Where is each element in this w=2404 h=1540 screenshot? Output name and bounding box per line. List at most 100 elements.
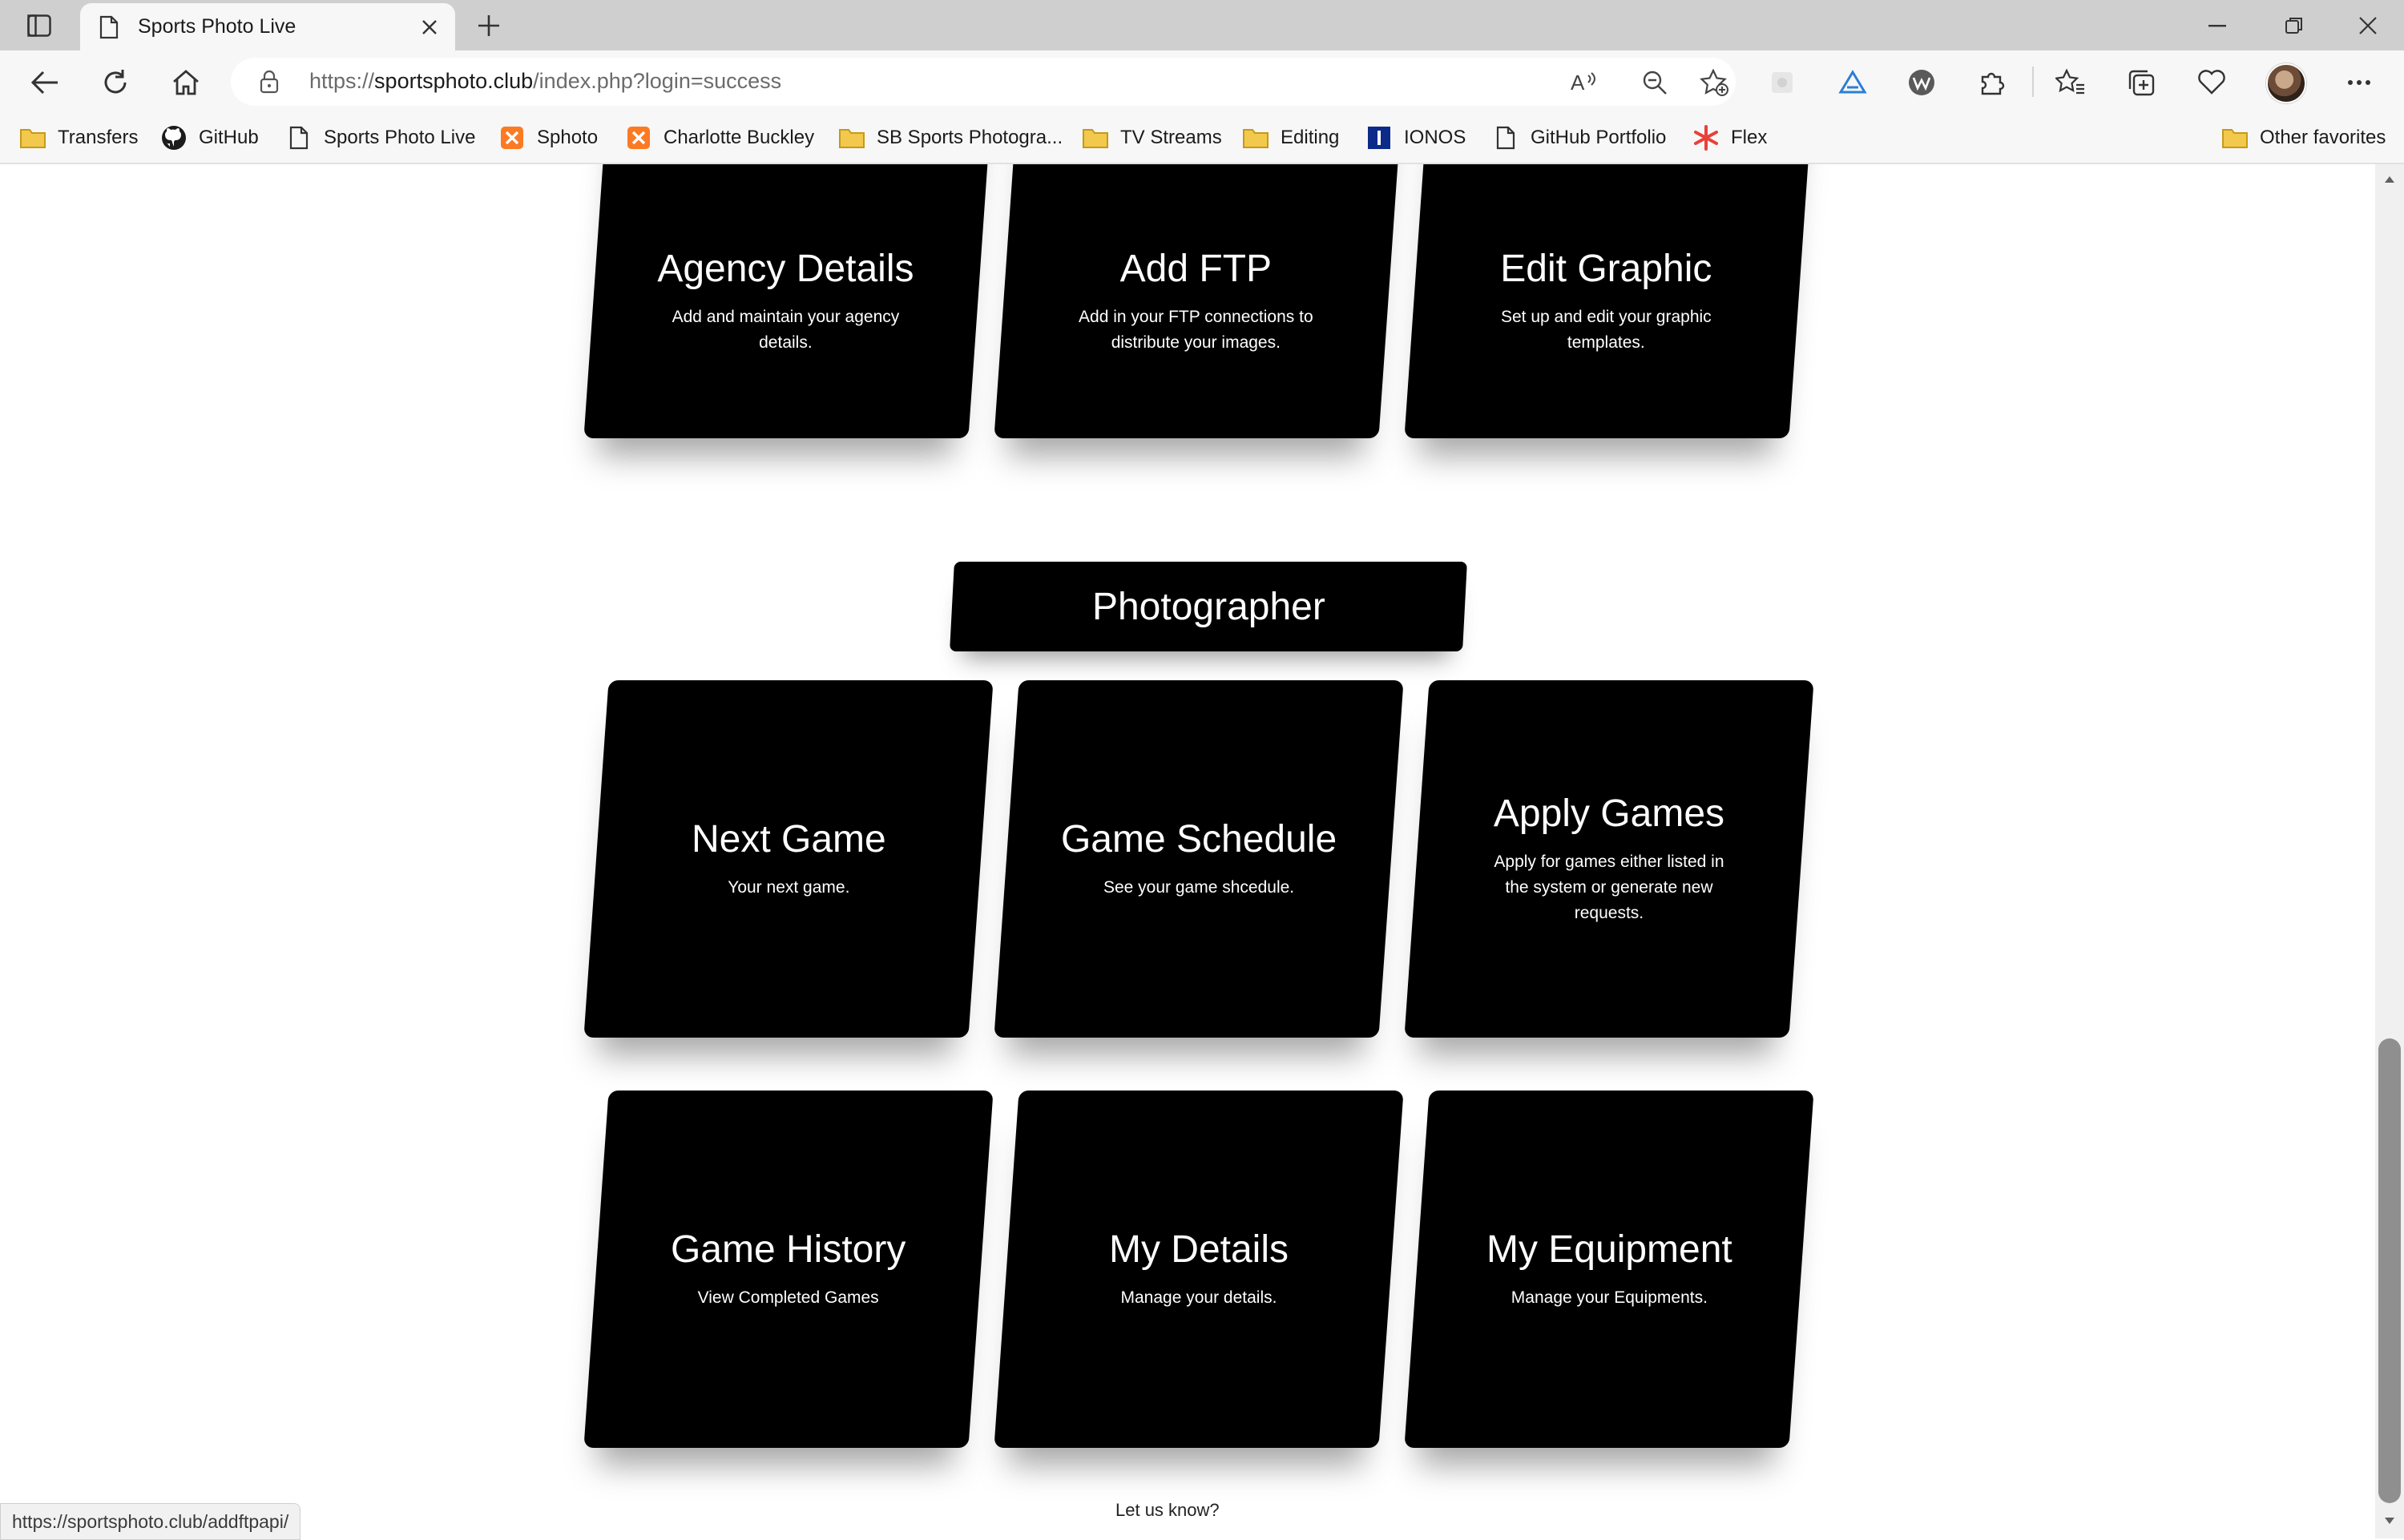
tab-title: Sports Photo Live [138, 15, 296, 38]
favorite-sports-photo-live[interactable]: Sports Photo Live [285, 121, 475, 155]
card-title: Game History [671, 1228, 906, 1271]
card-description: Manage your Equipments. [1511, 1288, 1708, 1307]
favorite-label: GitHub Portfolio [1531, 127, 1667, 148]
folder-icon [1082, 124, 1109, 151]
tab-strip: Sports Photo Live [0, 0, 2404, 50]
favorite-label: Charlotte Buckley [664, 127, 815, 148]
card-my-details[interactable]: My Details Manage your details. [994, 1090, 1404, 1448]
card-edit-graphic[interactable]: Edit Graphic Set up and edit your graphi… [1404, 164, 1814, 438]
wikiwand-extension-icon[interactable] [1902, 63, 1941, 102]
page-icon [96, 13, 122, 42]
folder-icon [1242, 124, 1269, 151]
card-description: View Completed Games [697, 1288, 880, 1307]
favorite-label: Transfers [58, 127, 139, 148]
card-title: Add FTP [1119, 247, 1273, 290]
favorite-tv-streams[interactable]: TV Streams [1082, 121, 1222, 155]
card-agency-details[interactable]: Agency Details Add and maintain your age… [583, 164, 994, 438]
card-description: Manage your details. [1120, 1288, 1277, 1307]
card-description: Add and maintain your agency details. [672, 307, 900, 352]
card-title: Edit Graphic [1500, 247, 1712, 290]
folder-icon [838, 124, 865, 151]
card-add-ftp[interactable]: Add FTP Add in your FTP connections to d… [994, 164, 1404, 438]
page-icon [285, 124, 313, 151]
drive-extension-icon[interactable] [1833, 63, 1872, 102]
card-title: Agency Details [657, 247, 914, 290]
card-apply-games[interactable]: Apply Games Apply for games either liste… [1404, 680, 1814, 1038]
card-game-schedule[interactable]: Game Schedule See your game shcedule. [994, 680, 1404, 1038]
address-bar[interactable]: https://sportsphoto.club/index.php?login… [231, 58, 1736, 106]
xampp-icon [625, 124, 652, 151]
close-tab-icon[interactable] [415, 13, 444, 42]
url-text[interactable]: https://sportsphoto.club/index.php?login… [309, 69, 781, 94]
card-description: See your game shcedule. [1103, 877, 1295, 897]
tab-actions-icon[interactable] [21, 10, 58, 42]
favorite-github-portfolio[interactable]: GitHub Portfolio [1492, 121, 1666, 155]
folder-icon [19, 124, 46, 151]
profile-avatar[interactable] [2266, 63, 2306, 103]
favorite-sb-sports[interactable]: SB Sports Photogra... [838, 121, 1063, 155]
card-title: My Equipment [1486, 1228, 1732, 1271]
favorite-label: SB Sports Photogra... [877, 127, 1063, 148]
favorite-label: IONOS [1404, 127, 1466, 148]
url-path: /index.php?login=success [533, 69, 782, 93]
github-icon [160, 124, 188, 151]
feedback-link[interactable]: Let us know? [1115, 1500, 1220, 1521]
favorite-label: Sports Photo Live [324, 127, 476, 148]
close-window-icon[interactable] [2332, 0, 2404, 50]
back-icon[interactable] [26, 63, 64, 102]
favorite-flex[interactable]: Flex [1692, 121, 1767, 155]
card-next-game[interactable]: Next Game Your next game. [583, 680, 994, 1038]
new-tab-icon[interactable] [471, 10, 506, 42]
browser-toolbar: https://sportsphoto.club/index.php?login… [0, 50, 2404, 113]
card-description: Apply for games either listed in the sys… [1494, 852, 1724, 922]
favorite-label: Flex [1731, 127, 1768, 148]
xampp-icon [498, 124, 526, 151]
page-icon [1492, 124, 1519, 151]
more-menu-icon[interactable] [2340, 63, 2378, 102]
health-heart-icon[interactable] [2192, 63, 2231, 102]
card-game-history[interactable]: Game History View Completed Games [583, 1090, 994, 1448]
card-description: Set up and edit your graphic templates. [1501, 307, 1712, 352]
extensions-puzzle-icon[interactable] [1973, 63, 2011, 102]
read-aloud-icon[interactable]: A [1567, 66, 1601, 99]
browser-tab-active[interactable]: Sports Photo Live [80, 3, 455, 50]
favorite-sphoto[interactable]: Sphoto [498, 121, 598, 155]
favorite-transfers[interactable]: Transfers [19, 121, 138, 155]
card-description: Add in your FTP connections to distribut… [1079, 307, 1313, 352]
card-my-equipment[interactable]: My Equipment Manage your Equipments. [1404, 1090, 1814, 1448]
favorites-icon[interactable] [2051, 63, 2090, 102]
lock-icon[interactable] [255, 67, 284, 96]
favorite-editing[interactable]: Editing [1242, 121, 1339, 155]
status-url-bubble: https://sportsphoto.club/addftpapi/ [0, 1503, 301, 1540]
extension-placeholder-icon[interactable] [1763, 63, 1801, 102]
scrollbar-thumb[interactable] [2378, 1038, 2401, 1503]
zoom-out-icon[interactable] [1638, 66, 1672, 99]
svg-text:A: A [1571, 71, 1585, 95]
home-icon[interactable] [167, 63, 205, 102]
section-header-photographer: Photographer [950, 562, 1467, 651]
card-description: Your next game. [727, 877, 850, 897]
refresh-icon[interactable] [96, 63, 135, 102]
card-title: My Details [1108, 1228, 1289, 1271]
scroll-up-arrow-icon[interactable] [2382, 171, 2398, 187]
favorite-ionos[interactable]: IONOS [1365, 121, 1466, 155]
page-content: Agency Details Add and maintain your age… [0, 164, 2375, 1538]
scroll-down-arrow-icon[interactable] [2382, 1513, 2398, 1529]
toolbar-separator [2032, 67, 2034, 97]
url-prefix: https:// [309, 69, 375, 93]
ionos-icon [1365, 124, 1393, 151]
card-title: Game Schedule [1060, 817, 1337, 861]
favorite-label: GitHub [199, 127, 259, 148]
restore-icon[interactable] [2258, 0, 2330, 50]
minimize-icon[interactable] [2181, 0, 2253, 50]
add-favorite-icon[interactable] [1697, 66, 1731, 99]
favorite-other-favorites[interactable]: Other favorites [2221, 121, 2386, 155]
flex-icon [1692, 124, 1720, 151]
folder-icon [2221, 124, 2249, 151]
collections-icon[interactable] [2122, 63, 2160, 102]
favorite-charlotte-buckley[interactable]: Charlotte Buckley [625, 121, 814, 155]
favorite-github[interactable]: GitHub [160, 121, 259, 155]
favorite-label: Editing [1281, 127, 1340, 148]
favorite-label: TV Streams [1120, 127, 1222, 148]
other-favorites-label: Other favorites [2260, 127, 2386, 148]
